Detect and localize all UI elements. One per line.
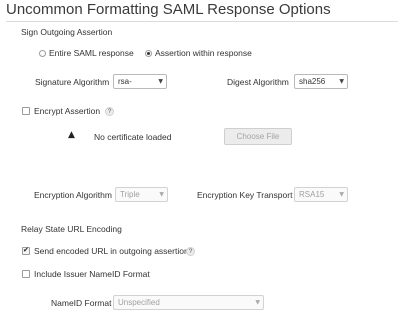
- encryption-key-transport-value: RSA15: [299, 190, 325, 199]
- page-title: Uncommon Formatting SAML Response Option…: [6, 1, 331, 18]
- encrypt-assertion-help-icon[interactable]: ?: [105, 107, 114, 116]
- encryption-key-transport-select[interactable]: RSA15 ▼: [294, 187, 348, 202]
- choose-file-button[interactable]: Choose File: [224, 128, 292, 145]
- include-issuer-nameid-checkbox[interactable]: [22, 270, 30, 278]
- title-divider: [6, 21, 398, 22]
- nameid-format-label: NameID Format: [51, 298, 112, 308]
- radio-entire-saml-response[interactable]: [39, 50, 46, 57]
- relay-state-section-label: Relay State URL Encoding: [21, 224, 122, 234]
- chevron-down-icon: ▼: [339, 78, 344, 85]
- encryption-key-transport-label: Encryption Key Transport: [197, 190, 293, 200]
- include-issuer-nameid-label[interactable]: Include Issuer NameID Format: [34, 269, 150, 279]
- chevron-down-icon: ▼: [255, 299, 260, 306]
- nameid-format-value: Unspecified: [118, 298, 160, 307]
- chevron-down-icon: ▼: [339, 191, 344, 198]
- radio-assertion-within-response-label[interactable]: Assertion within response: [155, 48, 252, 58]
- warning-triangle-icon: ▲: [68, 130, 75, 140]
- digest-algorithm-value: sha256: [299, 77, 326, 86]
- encrypt-assertion-checkbox[interactable]: [22, 107, 30, 115]
- encrypt-assertion-label[interactable]: Encrypt Assertion: [34, 106, 100, 116]
- send-encoded-url-help-icon[interactable]: ?: [186, 247, 195, 256]
- digest-algorithm-select[interactable]: sha256 ▼: [294, 74, 348, 89]
- radio-assertion-within-response[interactable]: [145, 50, 152, 57]
- signature-algorithm-select[interactable]: rsa-sha256 ▼: [113, 74, 167, 89]
- sign-outgoing-section-label: Sign Outgoing Assertion: [21, 27, 113, 37]
- signature-algorithm-value: rsa-sha256: [118, 77, 132, 86]
- chevron-down-icon: ▼: [159, 191, 164, 198]
- send-encoded-url-checkbox[interactable]: [22, 246, 30, 255]
- chevron-down-icon: ▼: [158, 78, 163, 85]
- radio-entire-saml-response-label[interactable]: Entire SAML response: [49, 48, 134, 58]
- nameid-format-select[interactable]: Unspecified ▼: [113, 295, 264, 310]
- encryption-algorithm-label: Encryption Algorithm: [34, 190, 112, 200]
- encryption-algorithm-select[interactable]: Triple DES ▼: [115, 187, 168, 202]
- encryption-algorithm-value: Triple DES: [120, 190, 140, 199]
- signature-algorithm-label: Signature Algorithm: [35, 77, 110, 87]
- digest-algorithm-label: Digest Algorithm: [227, 77, 289, 87]
- certificate-status-text: No certificate loaded: [94, 132, 172, 142]
- send-encoded-url-label[interactable]: Send encoded URL in outgoing assertion: [34, 246, 189, 256]
